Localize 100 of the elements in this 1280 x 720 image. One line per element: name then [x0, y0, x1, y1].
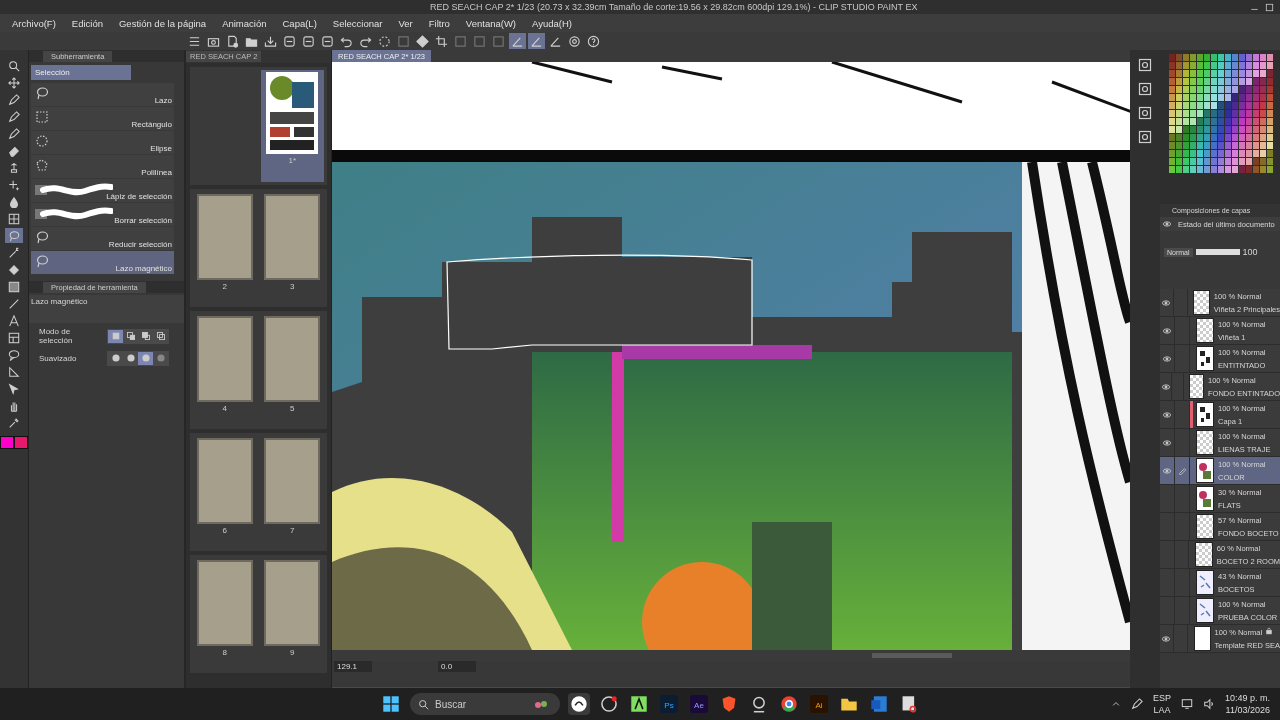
layer-thumbnail	[1196, 346, 1214, 371]
subtract-selection-icon	[140, 331, 151, 341]
page-thumbnail[interactable]: 1*	[260, 70, 324, 182]
layer-thumbnail	[1196, 430, 1214, 455]
subtool-item[interactable]: Elipse	[31, 131, 174, 154]
toolbar-button[interactable]	[433, 33, 450, 49]
page-thumbnail[interactable]: 5	[260, 314, 324, 426]
ruler-icon	[8, 365, 20, 378]
pen-icon	[8, 110, 20, 123]
subtool-item[interactable]: Lazo	[31, 83, 174, 106]
layer-thumbnail	[1196, 514, 1214, 539]
document-icon	[870, 695, 888, 713]
clock-time[interactable]: 10:49 p. m.	[1224, 692, 1270, 704]
lasso-icon	[35, 86, 49, 100]
layer-icon	[473, 34, 486, 48]
toolbar-button[interactable]	[300, 33, 317, 49]
toolbar-button[interactable]	[281, 33, 298, 49]
gradient-icon	[8, 280, 20, 293]
help-icon	[587, 34, 600, 48]
toolbar-button[interactable]	[585, 33, 602, 49]
option-button[interactable]	[108, 329, 123, 343]
taskbar-app[interactable]	[628, 693, 650, 715]
page-thumbnail[interactable]: 8	[193, 558, 257, 670]
brush-stroke-icon	[35, 206, 113, 222]
page-thumbnail[interactable]: 7	[260, 436, 324, 548]
app-icon	[570, 695, 588, 713]
angle-field[interactable]: 0.0	[438, 661, 476, 672]
subtool-item[interactable]: Polilínea	[31, 155, 174, 178]
toolbar-button[interactable]	[414, 33, 431, 49]
subtool-item[interactable]: Lazo magnético	[31, 251, 174, 274]
search-icon	[418, 698, 429, 710]
pen-icon	[8, 127, 20, 140]
property-label: Modo de selección	[39, 327, 74, 345]
magic-wand-icon	[8, 246, 20, 259]
menu-item[interactable]: Gestión de la página	[111, 14, 215, 32]
menu-item[interactable]: Edición	[63, 14, 111, 32]
color-palette-drawing[interactable]	[1169, 54, 1274, 174]
option-button[interactable]	[138, 351, 153, 365]
speaker-icon	[1202, 698, 1215, 710]
opacity-slider[interactable]	[1195, 249, 1240, 255]
intersect-selection-icon	[155, 331, 166, 341]
eye-icon	[1162, 409, 1172, 420]
page-thumbnail[interactable]: 2	[193, 192, 257, 304]
taskbar-app[interactable]: Ai	[808, 693, 830, 715]
page-thumbnail[interactable]: 4	[193, 314, 257, 426]
soft-circle-icon	[155, 353, 166, 363]
menu-item[interactable]: Ventana(W)	[457, 14, 525, 32]
keyboard-layout-label[interactable]: LAA	[1153, 704, 1171, 716]
menu-item[interactable]: Ayuda(H)	[524, 14, 580, 32]
color-swatch[interactable]	[0, 436, 14, 449]
tool-button[interactable]	[5, 75, 23, 90]
zoom-icon	[8, 59, 20, 72]
color-swatch[interactable]	[14, 436, 28, 449]
toolbar-button[interactable]	[566, 33, 583, 49]
frame-icon	[8, 331, 20, 344]
page-thumbnail[interactable]: 6	[193, 436, 257, 548]
stamp-icon	[8, 161, 20, 174]
layer-icon	[454, 34, 467, 48]
menu-item[interactable]: Filtro	[420, 14, 458, 32]
page-thumbnail[interactable]: 3	[260, 192, 324, 304]
menu-item[interactable]: Archivo(F)	[4, 14, 64, 32]
dashed-circle-icon	[35, 134, 49, 148]
menu-item[interactable]: Animación	[214, 14, 275, 32]
eye-icon	[1162, 219, 1172, 229]
page-thumbnail[interactable]: 9	[260, 558, 324, 670]
subtool-item[interactable]: Lápiz de selección	[31, 179, 174, 202]
taskbar-app[interactable]: Ps	[658, 693, 680, 715]
menu-item[interactable]: Capa(L)	[274, 14, 325, 32]
menu-item[interactable]: Ver	[390, 14, 421, 32]
subtool-group-tab[interactable]: Selección	[31, 65, 131, 80]
toolbar-button[interactable]	[376, 33, 393, 49]
taskbar-app[interactable]	[778, 693, 800, 715]
taskbar-app[interactable]	[598, 693, 620, 715]
drop-icon	[8, 195, 20, 208]
export-icon	[302, 34, 315, 48]
windows-icon	[382, 695, 400, 713]
pen-icon	[1130, 698, 1143, 710]
lasso-icon	[35, 230, 49, 244]
eye-icon	[1161, 633, 1172, 644]
subtool-item[interactable]: Rectángulo	[31, 107, 174, 130]
subtool-item[interactable]: Borrar selección	[31, 203, 174, 226]
circle-icon	[140, 353, 151, 363]
zoom-field[interactable]: 129.1	[334, 661, 372, 672]
subtool-item[interactable]: Reducir selección	[31, 227, 174, 250]
search-field[interactable]: Buscar	[410, 693, 560, 715]
clock-date[interactable]: 11/03/2026	[1225, 704, 1270, 716]
taskbar-app[interactable]: Ae	[688, 693, 710, 715]
start-button[interactable]	[380, 693, 402, 715]
taskbar-app[interactable]	[568, 693, 590, 715]
scrollbar-thumb[interactable]	[872, 653, 952, 658]
language-label[interactable]: ESP	[1152, 692, 1171, 704]
add-selection-icon	[125, 331, 136, 341]
eraser-icon	[8, 144, 20, 157]
lasso-icon	[35, 254, 49, 268]
toolbar-button[interactable]	[319, 33, 336, 49]
menu-item[interactable]: Seleccionar	[324, 14, 391, 32]
circle-icon	[125, 353, 136, 363]
layer-thumbnail	[1196, 318, 1214, 343]
layer-thumbnail	[1196, 486, 1214, 511]
property-label: Suavizado	[39, 353, 78, 363]
